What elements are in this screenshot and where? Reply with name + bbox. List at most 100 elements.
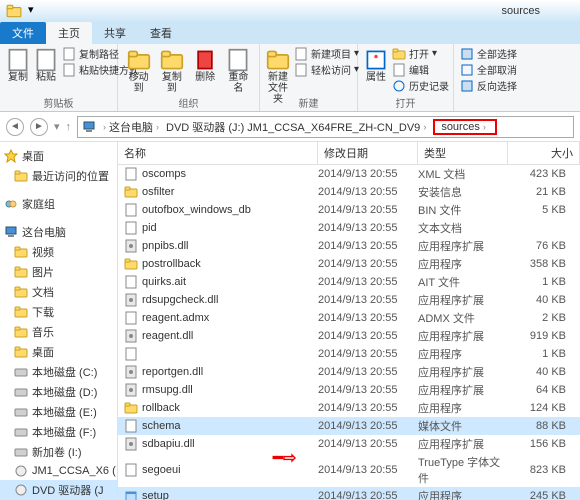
paste-button[interactable]: 粘贴 bbox=[34, 46, 58, 83]
select-all-button[interactable]: 全部选择 bbox=[460, 46, 574, 61]
dll-icon bbox=[124, 293, 138, 307]
sidebar-item-recent[interactable]: 最近访问的位置 bbox=[0, 166, 117, 186]
easyaccess-button[interactable]: 轻松访问 ▾ bbox=[294, 62, 359, 77]
copyto-button[interactable]: 复制到 bbox=[157, 46, 186, 94]
file-name: outofbox_windows_db bbox=[142, 204, 251, 216]
file-date: 2014/9/13 20:55 bbox=[318, 438, 418, 450]
newitem-button[interactable]: 新建项目 ▾ bbox=[294, 46, 359, 61]
table-row[interactable]: rdsupgcheck.dll2014/9/13 20:55应用程序扩展40 K… bbox=[118, 291, 580, 309]
breadcrumb-sources: sources› bbox=[433, 119, 497, 135]
column-headers[interactable]: 名称 修改日期 类型 大小 bbox=[118, 142, 580, 165]
table-row[interactable]: outofbox_windows_db2014/9/13 20:55BIN 文件… bbox=[118, 201, 580, 219]
nav-pane[interactable]: 桌面 最近访问的位置 家庭组 这台电脑 视频 图片 文档 下载 音乐 桌面 本地… bbox=[0, 142, 118, 500]
invert-selection-button[interactable]: 反向选择 bbox=[460, 78, 574, 93]
group-clipboard-label: 剪贴板 bbox=[0, 95, 117, 110]
file-type: 媒体文件 bbox=[418, 418, 508, 434]
file-type: AIT 文件 bbox=[418, 274, 508, 290]
file-type: 安装信息 bbox=[418, 184, 508, 200]
table-row[interactable]: schema2014/9/13 20:55媒体文件88 KB bbox=[118, 417, 580, 435]
file-size: 2 KB bbox=[508, 312, 580, 324]
tab-file[interactable]: 文件 bbox=[0, 22, 46, 44]
file-size: 21 KB bbox=[508, 186, 580, 198]
sidebar-item-videos[interactable]: 视频 bbox=[0, 242, 117, 262]
file-size: 1 KB bbox=[508, 348, 580, 360]
tab-home[interactable]: 主页 bbox=[46, 22, 92, 44]
sidebar-item-e-drive[interactable]: 本地磁盘 (E:) bbox=[0, 402, 117, 422]
moveto-button[interactable]: 移动到 bbox=[124, 46, 153, 94]
history-button[interactable]: 历史记录 bbox=[392, 78, 449, 93]
explorer-icon bbox=[6, 3, 22, 19]
ribbon: 复制 粘贴 复制路径 粘贴快捷方式 剪贴板 移动到 复制到 删除 重命名 组织 … bbox=[0, 44, 580, 112]
nav-recent-icon[interactable]: ▾ bbox=[54, 120, 60, 133]
file-name: osfilter bbox=[142, 186, 174, 198]
folder-icon bbox=[124, 185, 138, 199]
nav-back-button[interactable]: ◄ bbox=[6, 118, 24, 136]
file-type: 应用程序扩展 bbox=[418, 364, 508, 380]
qat-down-icon[interactable]: ▾ bbox=[28, 3, 44, 19]
copy-button[interactable]: 复制 bbox=[6, 46, 30, 83]
open-button[interactable]: 打开 ▾ bbox=[392, 46, 449, 61]
table-row[interactable]: rmsupg.dll2014/9/13 20:55应用程序扩展64 KB bbox=[118, 381, 580, 399]
table-row[interactable]: reportgen.dll2014/9/13 20:55应用程序扩展40 KB bbox=[118, 363, 580, 381]
table-row[interactable]: pnpibs.dll2014/9/13 20:55应用程序扩展76 KB bbox=[118, 237, 580, 255]
sidebar-item-pictures[interactable]: 图片 bbox=[0, 262, 117, 282]
folder-icon bbox=[124, 401, 138, 415]
table-row[interactable]: 2014/9/13 20:55应用程序1 KB bbox=[118, 345, 580, 363]
sidebar-item-downloads[interactable]: 下载 bbox=[0, 302, 117, 322]
file-name: rollback bbox=[142, 402, 180, 414]
sidebar-item-i-drive[interactable]: 新加卷 (I:) bbox=[0, 442, 117, 462]
table-row[interactable]: oscomps2014/9/13 20:55XML 文档423 KB bbox=[118, 165, 580, 183]
sidebar-item-thispc[interactable]: 这台电脑 bbox=[0, 222, 117, 242]
file-size: 245 KB bbox=[508, 490, 580, 500]
sidebar-item-documents[interactable]: 文档 bbox=[0, 282, 117, 302]
table-row[interactable]: postrollback2014/9/13 20:55应用程序358 KB bbox=[118, 255, 580, 273]
file-icon bbox=[124, 203, 138, 217]
sidebar-item-desktop2[interactable]: 桌面 bbox=[0, 342, 117, 362]
edit-button[interactable]: 编辑 bbox=[392, 62, 449, 77]
sidebar-item-dvd-j[interactable]: JM1_CCSA_X6 ( bbox=[0, 462, 117, 480]
table-row[interactable]: segoeui2014/9/13 20:55TrueType 字体文件823 K… bbox=[118, 453, 580, 487]
properties-button[interactable]: 属性 bbox=[364, 46, 388, 93]
table-row[interactable]: osfilter 2014/9/13 20:55安装信息21 KB bbox=[118, 183, 580, 201]
file-type: 应用程序扩展 bbox=[418, 292, 508, 308]
ribbon-tabs: 文件 主页 共享 查看 bbox=[0, 22, 580, 44]
dll-icon bbox=[124, 383, 138, 397]
file-size: 423 KB bbox=[508, 168, 580, 180]
select-none-button[interactable]: 全部取消 bbox=[460, 62, 574, 77]
table-row[interactable]: setup2014/9/13 20:55应用程序245 KB bbox=[118, 487, 580, 500]
file-size: 88 KB bbox=[508, 420, 580, 432]
sidebar-item-f-drive[interactable]: 本地磁盘 (F:) bbox=[0, 422, 117, 442]
content-area: 桌面 最近访问的位置 家庭组 这台电脑 视频 图片 文档 下载 音乐 桌面 本地… bbox=[0, 142, 580, 500]
table-row[interactable]: reagent.admx2014/9/13 20:55ADMX 文件2 KB bbox=[118, 309, 580, 327]
sidebar-item-dvd-drive[interactable]: DVD 驱动器 (J bbox=[0, 480, 117, 500]
delete-button[interactable]: 删除 bbox=[191, 46, 220, 94]
file-date: 2014/9/13 20:55 bbox=[318, 204, 418, 216]
table-row[interactable]: reagent.dll2014/9/13 20:55应用程序扩展919 KB bbox=[118, 327, 580, 345]
dll-icon bbox=[124, 239, 138, 253]
sidebar-item-music[interactable]: 音乐 bbox=[0, 322, 117, 342]
file-name: reagent.admx bbox=[142, 312, 209, 324]
sidebar-item-homegroup[interactable]: 家庭组 bbox=[0, 194, 117, 214]
nav-forward-button[interactable]: ► bbox=[30, 118, 48, 136]
table-row[interactable]: quirks.ait2014/9/13 20:55AIT 文件1 KB bbox=[118, 273, 580, 291]
col-type: 类型 bbox=[418, 142, 508, 164]
sidebar-item-d-drive[interactable]: 本地磁盘 (D:) bbox=[0, 382, 117, 402]
file-date: 2014/9/13 20:55 bbox=[318, 186, 418, 198]
file-name: pnpibs.dll bbox=[142, 240, 188, 252]
file-date: 2014/9/13 20:55 bbox=[318, 276, 418, 288]
breadcrumb[interactable]: ›这台电脑› DVD 驱动器 (J:) JM1_CCSA_X64FRE_ZH-C… bbox=[77, 116, 574, 138]
sidebar-item-desktop[interactable]: 桌面 bbox=[0, 146, 117, 166]
sidebar-item-c-drive[interactable]: 本地磁盘 (C:) bbox=[0, 362, 117, 382]
col-date: 修改日期 bbox=[318, 142, 418, 164]
file-list[interactable]: oscomps2014/9/13 20:55XML 文档423 KBosfilt… bbox=[118, 165, 580, 500]
rename-button[interactable]: 重命名 bbox=[224, 46, 253, 94]
table-row[interactable]: sdbapiu.dll2014/9/13 20:55应用程序扩展156 KB bbox=[118, 435, 580, 453]
file-name: sdbapiu.dll bbox=[142, 438, 195, 450]
nav-up-button[interactable]: ↑ bbox=[66, 121, 72, 133]
table-row[interactable]: pid2014/9/13 20:55文本文档 bbox=[118, 219, 580, 237]
file-icon bbox=[124, 311, 138, 325]
group-organize-label: 组织 bbox=[118, 95, 259, 110]
tab-share[interactable]: 共享 bbox=[92, 22, 138, 44]
tab-view[interactable]: 查看 bbox=[138, 22, 184, 44]
table-row[interactable]: rollback2014/9/13 20:55应用程序124 KB bbox=[118, 399, 580, 417]
